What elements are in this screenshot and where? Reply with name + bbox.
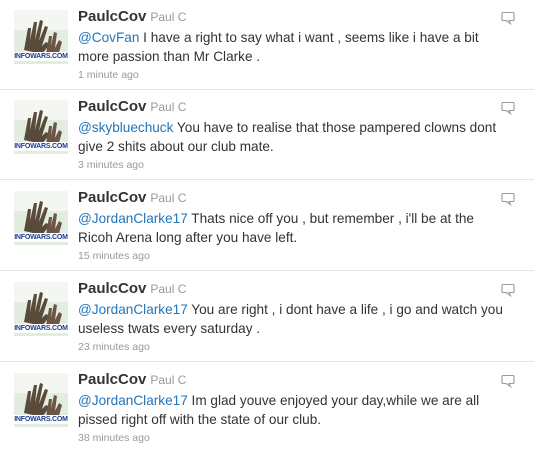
avatar-caption: INFOWARS.COM — [14, 324, 68, 333]
tweet-header: PaulcCov Paul C — [78, 189, 502, 207]
tweet-item: INFOWARS.COM PaulcCov Paul C @JordanClark… — [0, 181, 534, 271]
full-name: Paul C — [150, 100, 187, 114]
timestamp-link[interactable]: 1 minute ago — [78, 69, 502, 81]
avatar[interactable]: INFOWARS.COM — [14, 373, 68, 427]
full-name: Paul C — [150, 373, 187, 387]
mention-link[interactable]: @JordanClarke17 — [78, 211, 188, 226]
mention-link[interactable]: @JordanClarke17 — [78, 393, 188, 408]
avatar-caption: INFOWARS.COM — [14, 415, 68, 424]
avatar-caption: INFOWARS.COM — [14, 52, 68, 61]
avatar[interactable]: INFOWARS.COM — [14, 10, 68, 64]
tweet-item: INFOWARS.COM PaulcCov Paul C @JordanClark… — [0, 272, 534, 362]
full-name: Paul C — [150, 282, 187, 296]
speech-bubble-icon[interactable] — [500, 100, 516, 116]
avatar[interactable]: INFOWARS.COM — [14, 282, 68, 336]
tweet-content: PaulcCov Paul C @CovFan I have a right to… — [78, 8, 502, 81]
tweet-text: @skybluechuck You have to realise that t… — [78, 118, 508, 156]
tweet-item: INFOWARS.COM PaulcCov Paul C @CovFan I ha… — [0, 0, 534, 90]
tweet-header: PaulcCov Paul C — [78, 371, 502, 389]
screen-name-link[interactable]: PaulcCov — [78, 98, 146, 115]
tweet-text: @JordanClarke17 Thats nice off you , but… — [78, 209, 508, 247]
tweet-text: @CovFan I have a right to say what i wan… — [78, 28, 508, 66]
mention-link[interactable]: @JordanClarke17 — [78, 302, 188, 317]
avatar-caption: INFOWARS.COM — [14, 142, 68, 151]
avatar[interactable]: INFOWARS.COM — [14, 100, 68, 154]
avatar-caption: INFOWARS.COM — [14, 233, 68, 242]
tweet-item: INFOWARS.COM PaulcCov Paul C @skybluechuc… — [0, 90, 534, 180]
tweet-text: @JordanClarke17 Im glad youve enjoyed yo… — [78, 391, 508, 429]
tweet-header: PaulcCov Paul C — [78, 98, 502, 116]
mention-link[interactable]: @CovFan — [78, 30, 139, 45]
tweet-feed: INFOWARS.COM PaulcCov Paul C @CovFan I ha… — [0, 0, 534, 455]
screen-name-link[interactable]: PaulcCov — [78, 8, 146, 25]
timestamp-link[interactable]: 3 minutes ago — [78, 159, 502, 171]
speech-bubble-icon[interactable] — [500, 191, 516, 207]
tweet-header: PaulcCov Paul C — [78, 8, 502, 26]
mention-link[interactable]: @skybluechuck — [78, 120, 173, 135]
timestamp-link[interactable]: 15 minutes ago — [78, 250, 502, 262]
tweet-item: INFOWARS.COM PaulcCov Paul C @JordanClark… — [0, 363, 534, 453]
tweet-content: PaulcCov Paul C @JordanClarke17 Thats nic… — [78, 189, 502, 262]
tweet-content: PaulcCov Paul C @JordanClarke17 Im glad y… — [78, 371, 502, 444]
tweet-text: @JordanClarke17 You are right , i dont h… — [78, 300, 508, 338]
timestamp-link[interactable]: 23 minutes ago — [78, 341, 502, 353]
full-name: Paul C — [150, 10, 187, 24]
tweet-header: PaulcCov Paul C — [78, 280, 502, 298]
tweet-content: PaulcCov Paul C @JordanClarke17 You are r… — [78, 280, 503, 353]
timestamp-link[interactable]: 38 minutes ago — [78, 432, 502, 444]
screen-name-link[interactable]: PaulcCov — [78, 189, 146, 206]
tweet-body: I have a right to say what i want , seem… — [78, 30, 479, 64]
speech-bubble-icon[interactable] — [500, 10, 516, 26]
speech-bubble-icon[interactable] — [500, 373, 516, 389]
screen-name-link[interactable]: PaulcCov — [78, 280, 146, 297]
screen-name-link[interactable]: PaulcCov — [78, 371, 146, 388]
tweet-content: PaulcCov Paul C @skybluechuck You have to… — [78, 98, 502, 171]
avatar[interactable]: INFOWARS.COM — [14, 191, 68, 245]
speech-bubble-icon[interactable] — [500, 282, 516, 298]
full-name: Paul C — [150, 191, 187, 205]
